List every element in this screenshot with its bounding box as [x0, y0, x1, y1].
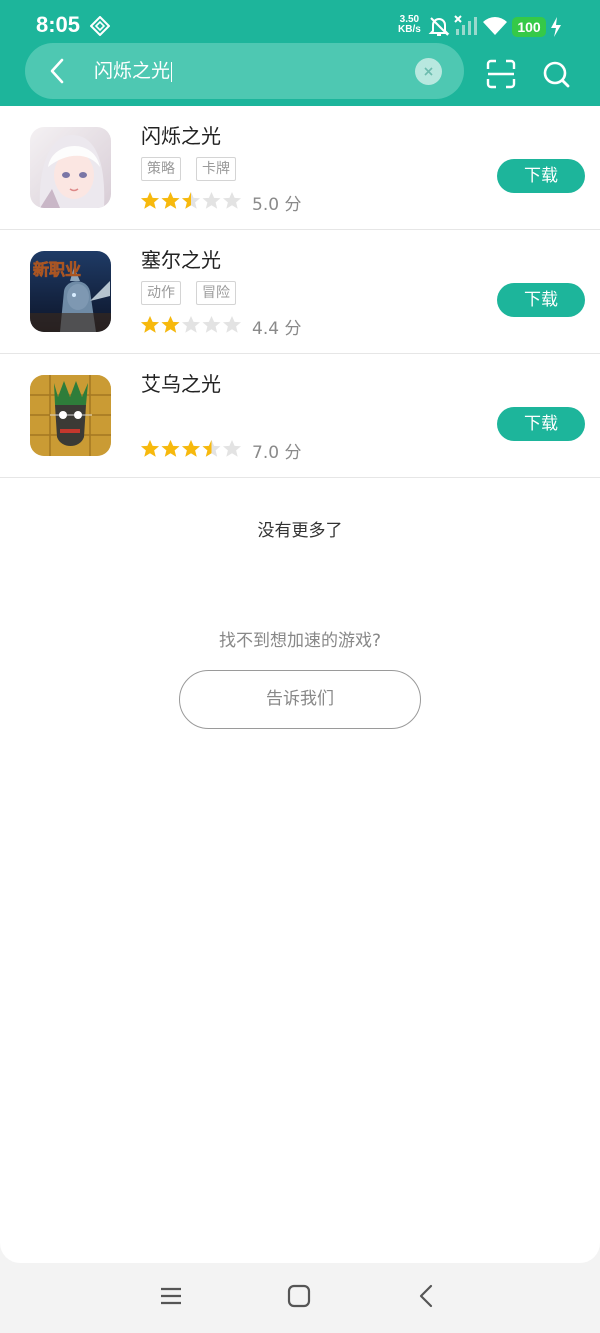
signal-icon	[454, 15, 478, 41]
game-rating: 5.0 分	[140, 190, 302, 215]
star-icon	[161, 191, 180, 209]
star-icon	[202, 191, 221, 209]
system-nav-bar	[0, 1263, 600, 1333]
scan-button[interactable]	[485, 58, 517, 90]
no-more-results-text: 没有更多了	[257, 521, 343, 541]
game-rating: 7.0 分	[140, 438, 302, 463]
game-score: 7.0 分	[252, 443, 302, 463]
search-query: 闪烁之光	[94, 60, 171, 82]
game-score: 4.4 分	[252, 319, 302, 339]
search-box[interactable]	[25, 43, 464, 99]
star-rating	[140, 439, 242, 463]
star-icon	[161, 439, 180, 457]
game-title: 艾乌之光	[141, 372, 221, 396]
star-icon	[202, 439, 221, 457]
home-icon[interactable]	[286, 1283, 312, 1309]
mute-bell-icon	[428, 15, 450, 41]
game-icon-aiwu	[30, 375, 111, 456]
close-icon	[424, 67, 433, 76]
menu-icon[interactable]	[158, 1283, 184, 1309]
back-arrow-icon	[50, 58, 64, 84]
star-icon	[141, 439, 159, 457]
game-tags: 策略 卡牌	[141, 157, 251, 181]
star-icon	[223, 439, 241, 457]
search-icon	[543, 61, 570, 88]
game-icon-badge-text: 新职业	[33, 260, 81, 279]
star-icon	[141, 191, 159, 209]
star-icon	[182, 439, 200, 457]
vpn-icon	[89, 15, 111, 40]
network-speed-unit: KB/s	[398, 24, 421, 35]
game-tags: 动作 冒险	[141, 281, 251, 305]
star-icon	[161, 315, 180, 333]
nav-back-icon[interactable]	[414, 1283, 440, 1309]
game-tag: 策略	[141, 157, 181, 181]
cant-find-game-text: 找不到想加速的游戏?	[218, 631, 382, 651]
game-icon-saier: 新职业	[30, 251, 111, 332]
game-title: 闪烁之光	[141, 124, 221, 148]
status-bar: 8:05 3.50 KB/s 100	[0, 0, 600, 40]
star-icon	[141, 315, 159, 333]
clear-search-button[interactable]	[415, 58, 442, 85]
wifi-icon	[482, 15, 508, 41]
search-button[interactable]	[540, 58, 572, 90]
download-button[interactable]: 下载	[497, 407, 585, 441]
charging-icon	[550, 17, 562, 41]
game-rating: 4.4 分	[140, 314, 302, 339]
status-time: 8:05	[36, 12, 81, 37]
battery-indicator: 100	[512, 17, 546, 37]
download-button[interactable]: 下载	[497, 159, 585, 193]
star-rating	[140, 191, 242, 215]
star-icon	[182, 315, 200, 333]
game-icon-shanshuo	[30, 127, 111, 208]
search-input[interactable]: 闪烁之光	[94, 58, 173, 84]
game-score: 5.0 分	[252, 195, 302, 215]
back-button[interactable]	[44, 56, 74, 86]
star-rating	[140, 315, 242, 339]
download-button[interactable]: 下载	[497, 283, 585, 317]
result-item[interactable]: 新职业 塞尔之光 动作 冒险 4.4 分 下载	[0, 230, 600, 354]
game-title: 塞尔之光	[141, 248, 221, 272]
game-tag: 冒险	[196, 281, 236, 305]
search-results-panel: 闪烁之光 策略 卡牌 5.0 分 下载 新职业 塞尔之光 动作 冒险 4.4 分…	[0, 106, 600, 1263]
game-tag: 卡牌	[196, 157, 236, 181]
tell-us-button[interactable]: 告诉我们	[179, 670, 421, 729]
result-item[interactable]: 艾乌之光 7.0 分 下载	[0, 354, 600, 478]
text-caret	[171, 61, 173, 82]
network-speed: 3.50 KB/s	[398, 15, 421, 35]
star-icon	[223, 315, 241, 333]
star-icon	[202, 315, 221, 333]
scan-icon	[486, 59, 516, 89]
star-icon	[182, 191, 200, 209]
game-tag: 动作	[141, 281, 181, 305]
star-icon	[223, 191, 241, 209]
app-header: 8:05 3.50 KB/s 100 闪烁之光	[0, 0, 600, 106]
result-item[interactable]: 闪烁之光 策略 卡牌 5.0 分 下载	[0, 106, 600, 230]
